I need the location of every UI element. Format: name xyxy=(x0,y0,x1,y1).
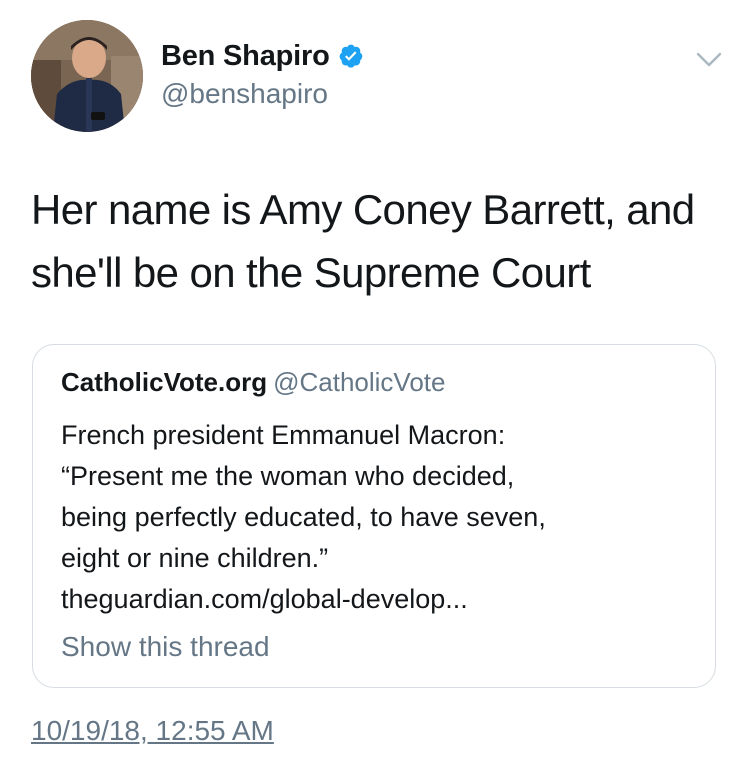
avatar-photo xyxy=(31,20,143,132)
tweet-text-line: she'll be on the Supreme Court xyxy=(31,249,591,296)
quoted-link[interactable]: theguardian.com/global-develop... xyxy=(61,579,701,620)
tweet-text-line: Her name is Amy Coney Barrett, and xyxy=(31,186,695,233)
author-handle[interactable]: @benshapiro xyxy=(161,78,364,110)
chevron-down-icon[interactable] xyxy=(696,51,722,69)
quoted-text-line: being perfectly educated, to have seven, xyxy=(61,502,546,532)
author-block[interactable]: Ben Shapiro @benshapiro xyxy=(161,38,364,110)
quoted-text-line: “Present me the woman who decided, xyxy=(61,461,515,491)
tweet-timestamp[interactable]: 10/19/18, 12:55 AM xyxy=(31,715,274,747)
quoted-text-line: French president Emmanuel Macron: xyxy=(61,420,506,450)
author-display-name[interactable]: Ben Shapiro xyxy=(161,40,330,73)
quoted-tweet-header: CatholicVote.org @CatholicVote xyxy=(61,367,445,398)
show-thread-link[interactable]: Show this thread xyxy=(61,631,270,663)
quoted-text-line: eight or nine children.” xyxy=(61,543,329,573)
quoted-author-name: CatholicVote.org xyxy=(61,367,268,397)
quoted-tweet-text: French president Emmanuel Macron: “Prese… xyxy=(61,415,701,620)
verified-badge-icon xyxy=(338,43,364,69)
avatar[interactable] xyxy=(31,20,143,132)
quoted-author-handle: @CatholicVote xyxy=(273,367,446,397)
tweet-text: Her name is Amy Coney Barrett, and she'l… xyxy=(31,178,721,304)
quoted-tweet-card[interactable]: CatholicVote.org @CatholicVote French pre… xyxy=(32,344,716,688)
